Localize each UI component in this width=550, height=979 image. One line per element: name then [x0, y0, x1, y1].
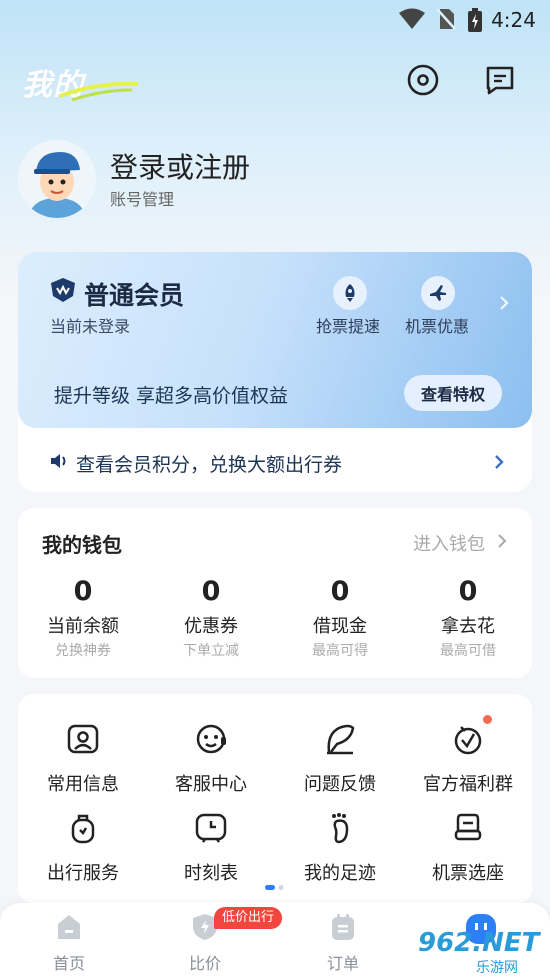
wallet-coupons-sub: 下单立减 — [183, 643, 239, 659]
seat-icon — [454, 813, 482, 841]
service-label: 出行服务 — [47, 863, 119, 884]
service-welfare-group[interactable]: 官方福利群 — [403, 720, 533, 796]
home-icon — [58, 915, 80, 939]
wallet-title: 我的钱包 — [42, 533, 122, 557]
chevron-right-icon[interactable] — [498, 294, 510, 312]
orders-icon — [332, 914, 354, 940]
customer-service-icon — [196, 724, 226, 754]
wallet-coupons[interactable]: 0 优惠券 下单立减 — [146, 575, 276, 661]
watermark-sub: 乐游网 — [476, 957, 518, 977]
feedback-icon — [327, 724, 355, 755]
wallet-cash-loan-sub: 最高可得 — [312, 643, 368, 659]
wallet-naquhua[interactable]: 0 拿去花 最高可借 — [403, 575, 533, 661]
nav-label: 比价 — [188, 954, 221, 973]
promo-badge: 低价出行 — [214, 907, 283, 929]
service-label: 常用信息 — [47, 774, 119, 795]
wallet-cash-loan[interactable]: 0 借现金 最高可得 — [275, 575, 405, 661]
service-label: 我的足迹 — [304, 863, 376, 884]
wallet-naquhua-value: 0 — [458, 576, 478, 607]
service-common-info[interactable]: 常用信息 — [18, 720, 148, 796]
service-label: 官方福利群 — [423, 774, 513, 795]
wallet-cash-loan-value: 0 — [330, 576, 350, 607]
service-feedback[interactable]: 问题反馈 — [275, 720, 405, 796]
chevron-right-icon[interactable] — [497, 533, 507, 549]
wallet-balance[interactable]: 0 当前余额 兑换神券 — [18, 575, 148, 661]
wallet-coupons-label: 优惠券 — [184, 616, 238, 637]
service-customer-center[interactable]: 客服中心 — [146, 720, 276, 796]
wifi-icon — [399, 8, 425, 29]
wallet-balance-label: 当前余额 — [47, 616, 119, 637]
service-timetable[interactable]: 时刻表 — [146, 809, 276, 885]
rocket-icon[interactable] — [333, 276, 367, 310]
perk-grab-ticket[interactable]: 抢票提速 — [316, 313, 380, 337]
service-seat-selection[interactable]: 机票选座 — [403, 809, 533, 885]
notification-dot — [483, 715, 492, 724]
member-login-status: 当前未登录 — [50, 317, 131, 336]
enter-wallet-link[interactable]: 进入钱包 — [413, 530, 485, 556]
member-crown-icon — [51, 278, 75, 302]
perk-flight-discount[interactable]: 机票优惠 — [405, 313, 469, 337]
login-register-link[interactable]: 登录或注册 — [110, 146, 250, 186]
message-icon[interactable] — [482, 62, 518, 98]
page-indicator — [265, 885, 284, 890]
no-sim-icon — [436, 8, 456, 30]
wallet-balance-sub: 兑换神券 — [55, 643, 111, 659]
nav-label: 首页 — [52, 954, 85, 973]
plane-icon[interactable] — [421, 276, 455, 310]
service-travel[interactable]: 出行服务 — [18, 809, 148, 885]
status-bar: 4:24 — [0, 0, 550, 38]
service-footprint[interactable]: 我的足迹 — [275, 809, 405, 885]
service-label: 时刻表 — [184, 863, 238, 884]
wallet-naquhua-label: 拿去花 — [441, 616, 495, 637]
welfare-group-icon — [454, 726, 482, 755]
footprint-icon — [332, 813, 349, 844]
wallet-cash-loan-label: 借现金 — [313, 616, 367, 637]
nav-home[interactable]: 首页 — [24, 912, 114, 974]
account-manage-link[interactable]: 账号管理 — [110, 186, 174, 210]
wallet-coupons-value: 0 — [201, 576, 221, 607]
luggage-icon — [71, 814, 95, 844]
member-points-text[interactable]: 查看会员积分，兑换大额出行券 — [76, 450, 342, 477]
id-card-icon — [67, 724, 99, 754]
view-privileges-button[interactable]: 查看特权 — [404, 375, 502, 411]
chevron-right-icon[interactable] — [493, 453, 505, 471]
member-level-title: 普通会员 — [84, 281, 185, 310]
clock-icon — [195, 813, 227, 843]
service-label: 机票选座 — [432, 863, 504, 884]
nav-label: 订单 — [326, 954, 359, 973]
service-label: 问题反馈 — [304, 774, 376, 795]
battery-icon — [468, 8, 482, 32]
speaker-icon — [51, 454, 66, 468]
settings-icon[interactable] — [405, 62, 441, 98]
watermark-logo: 962.NET — [418, 928, 540, 958]
wallet-balance-value: 0 — [73, 576, 93, 607]
wallet-naquhua-sub: 最高可借 — [440, 643, 496, 659]
service-label: 客服中心 — [175, 774, 247, 795]
title-swoosh-decoration — [59, 81, 139, 102]
nav-orders[interactable]: 订单 — [298, 912, 388, 974]
clock-time: 4:24 — [491, 8, 536, 32]
upgrade-promo-text: 提升等级 享超多高价值权益 — [54, 385, 289, 407]
avatar[interactable] — [18, 140, 96, 218]
